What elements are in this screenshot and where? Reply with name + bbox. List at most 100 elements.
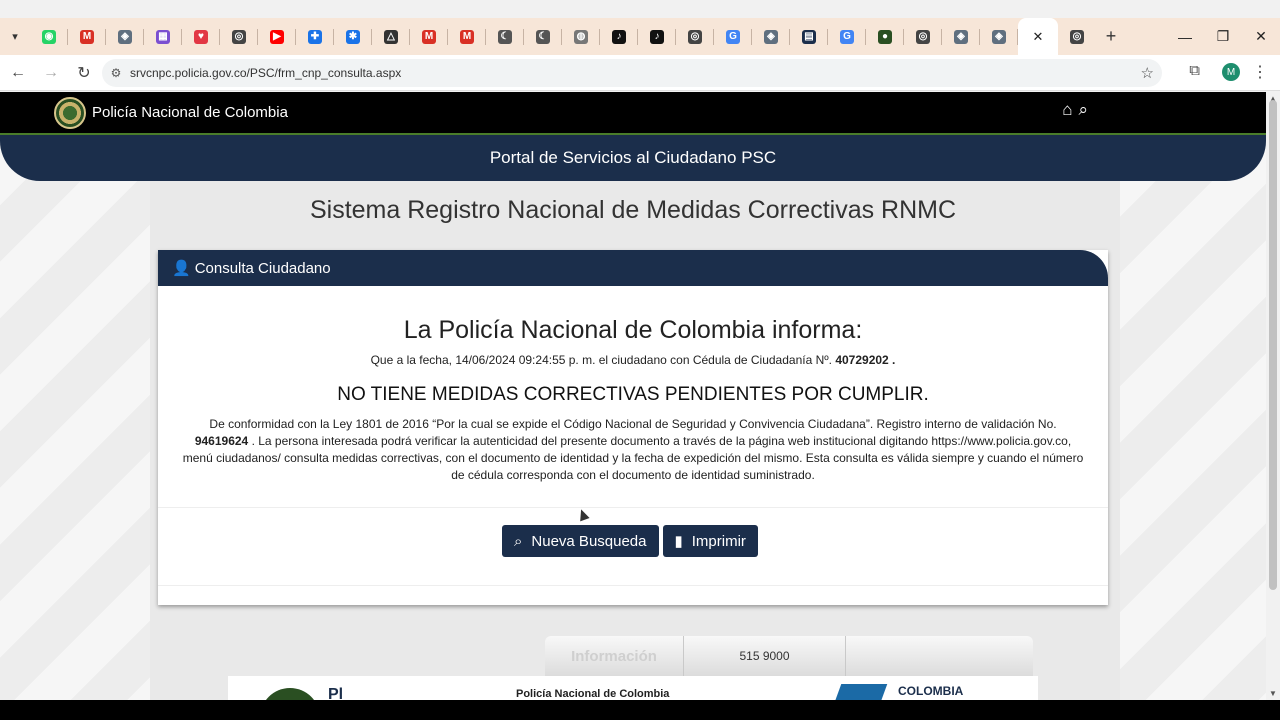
police-crest-logo: [54, 96, 86, 129]
browser-tab[interactable]: ◈: [106, 18, 144, 55]
browser-tab[interactable]: ✚: [296, 18, 334, 55]
system-title: Sistema Registro Nacional de Medidas Cor…: [309, 196, 957, 224]
cedula-number: 40729202 .: [835, 353, 896, 367]
tiktok-icon: ♪: [650, 29, 664, 44]
generic-site-icon: ◈: [992, 29, 1006, 44]
browser-tab[interactable]: △: [372, 18, 410, 55]
restore-button[interactable]: ❐: [1204, 18, 1242, 55]
document-icon: ▤: [802, 29, 816, 44]
browser-tab[interactable]: M: [410, 18, 448, 55]
user-icon: 👤: [172, 260, 191, 277]
address-bar[interactable]: ⚙ srvcnpc.policia.gov.co/PSC/frm_cnp_con…: [102, 59, 1162, 87]
browser-tab[interactable]: ◈: [752, 18, 790, 55]
button-row: ⌕ Nueva Busqueda ▮ Imprimir: [502, 525, 758, 557]
browser-tab[interactable]: ☾: [524, 18, 562, 55]
moon-icon: ☾: [536, 29, 550, 44]
print-button[interactable]: ▮ Imprimir: [662, 525, 758, 557]
document-icon: ▮: [674, 533, 683, 550]
portal-banner: Portal de Servicios al Ciudadano PSC: [0, 135, 1266, 181]
generic-site-icon: ◈: [764, 29, 778, 44]
site-info-icon[interactable]: ⚙: [102, 66, 130, 80]
new-search-label: Nueva Busqueda: [531, 532, 647, 550]
tab-search-dropdown-icon[interactable]: ▾: [0, 22, 30, 52]
portal-title: Portal de Servicios al Ciudadano PSC: [489, 148, 777, 167]
browser-tab[interactable]: ◈: [980, 18, 1018, 55]
chrome-icon: ◎: [232, 29, 246, 44]
google-icon: G: [726, 29, 740, 44]
colorful-grid-icon: ▦: [156, 29, 170, 44]
divider: [158, 507, 1108, 508]
browser-tab[interactable]: G: [828, 18, 866, 55]
browser-tab[interactable]: M: [448, 18, 486, 55]
footer-logo: [260, 688, 320, 700]
new-tab-button[interactable]: +: [1096, 26, 1126, 47]
panel-header: 👤 Consulta Ciudadano: [158, 250, 1108, 286]
youtube-icon: ▶: [270, 29, 284, 44]
reload-button[interactable]: ↻: [69, 58, 99, 88]
google-icon: G: [840, 29, 854, 44]
gmail-icon: M: [460, 29, 474, 44]
bookmark-star-icon[interactable]: ☆: [1141, 64, 1154, 82]
generic-site-icon: ◈: [118, 29, 132, 44]
browser-tab[interactable]: ●: [866, 18, 904, 55]
police-crest-icon: ●: [878, 29, 892, 44]
back-button[interactable]: ←: [3, 58, 33, 88]
chrome-icon: ◎: [916, 29, 930, 44]
url-text: srvcnpc.policia.gov.co/PSC/frm_cnp_consu…: [130, 66, 402, 80]
phone-number: 515 9000: [683, 636, 845, 676]
bottom-bar: [0, 700, 1280, 720]
puzzle-icon: ✚: [308, 29, 322, 44]
footer-logo-text: Pl: [328, 686, 344, 700]
search-icon: ⌕: [514, 532, 523, 550]
legal-text: De conformidad con la Ley 1801 de 2016 “…: [182, 416, 1084, 484]
browser-tab[interactable]: G: [714, 18, 752, 55]
browser-tab[interactable]: ◎: [1058, 18, 1096, 55]
footer: Pl Policía Nacional de Colombia COLOMBIA: [228, 676, 1038, 700]
minimize-button[interactable]: —: [1166, 18, 1204, 55]
empty-cell: [845, 636, 1007, 676]
browser-toolbar: ← → ↻ ⚙ srvcnpc.policia.gov.co/PSC/frm_c…: [0, 55, 1280, 91]
status-message: NO TIENE MEDIDAS CORRECTIVAS PENDIENTES …: [337, 384, 929, 405]
profile-avatar[interactable]: M: [1222, 63, 1240, 81]
menu-kebab-icon[interactable]: ⋮: [1252, 62, 1268, 82]
date-text: Que a la fecha, 14/06/2024 09:24:55 p. m…: [370, 353, 832, 367]
browser-tab[interactable]: ▶: [258, 18, 296, 55]
scroll-down-icon[interactable]: ▼: [1269, 689, 1277, 698]
chrome-icon: ◎: [688, 29, 702, 44]
registro-number: 94619624: [194, 434, 249, 448]
browser-tab[interactable]: ◎: [676, 18, 714, 55]
footer-text: Policía Nacional de Colombia: [516, 688, 670, 700]
divider: [158, 585, 1108, 586]
home-icon[interactable]: ⌂: [1062, 100, 1072, 120]
browser-tab[interactable]: ◎: [904, 18, 942, 55]
browser-tab[interactable]: ♪: [638, 18, 676, 55]
colombia-logo: [834, 684, 888, 700]
browser-tab[interactable]: ◉: [30, 18, 68, 55]
browser-tab[interactable]: ♥: [182, 18, 220, 55]
brand-name: Policía Nacional de Colombia: [92, 104, 288, 121]
print-label: Imprimir: [691, 532, 746, 550]
new-search-button[interactable]: ⌕ Nueva Busqueda: [502, 525, 659, 557]
browser-tab[interactable]: ◈: [942, 18, 980, 55]
browser-tab[interactable]: M: [68, 18, 106, 55]
close-window-button[interactable]: ✕: [1242, 18, 1280, 55]
extensions-icon[interactable]: ⧉: [1189, 62, 1200, 79]
browser-tab[interactable]: ◎: [220, 18, 258, 55]
active-tab[interactable]: ✕: [1018, 18, 1058, 55]
blue-circle-icon: ✱: [346, 29, 360, 44]
browser-tab[interactable]: ◍: [562, 18, 600, 55]
search-icon[interactable]: ⌕: [1078, 100, 1088, 120]
close-tab-icon[interactable]: ✕: [1033, 29, 1044, 45]
forward-button[interactable]: →: [36, 58, 66, 88]
scrollbar-thumb[interactable]: [1269, 100, 1277, 590]
top-icons: ⌂ ⌕: [1062, 100, 1088, 120]
browser-tab[interactable]: ▦: [144, 18, 182, 55]
browser-tab[interactable]: ▤: [790, 18, 828, 55]
page-scrollbar[interactable]: ▲ ▼: [1266, 92, 1280, 700]
browser-tab[interactable]: ☾: [486, 18, 524, 55]
tab-strip: ▾ ◉ M ◈ ▦ ♥ ◎ ▶ ✚ ✱ △ M M ☾ ☾ ◍ ♪ ♪ ◎ G ◈ ▤ G ● ◎ ◈ ◈ ✕ ◎ + — ❐ ✕: [0, 18, 1280, 55]
browser-tab[interactable]: ♪: [600, 18, 638, 55]
browser-window: ▾ ◉ M ◈ ▦ ♥ ◎ ▶ ✚ ✱ △ M M ☾ ☾ ◍ ♪ ♪ ◎ G ◈ ▤ G ● ◎ ◈ ◈ ✕ ◎ + — ❐ ✕…: [0, 0, 1280, 720]
browser-tab[interactable]: ✱: [334, 18, 372, 55]
informa-heading: La Policía Nacional de Colombia informa:: [403, 316, 863, 344]
